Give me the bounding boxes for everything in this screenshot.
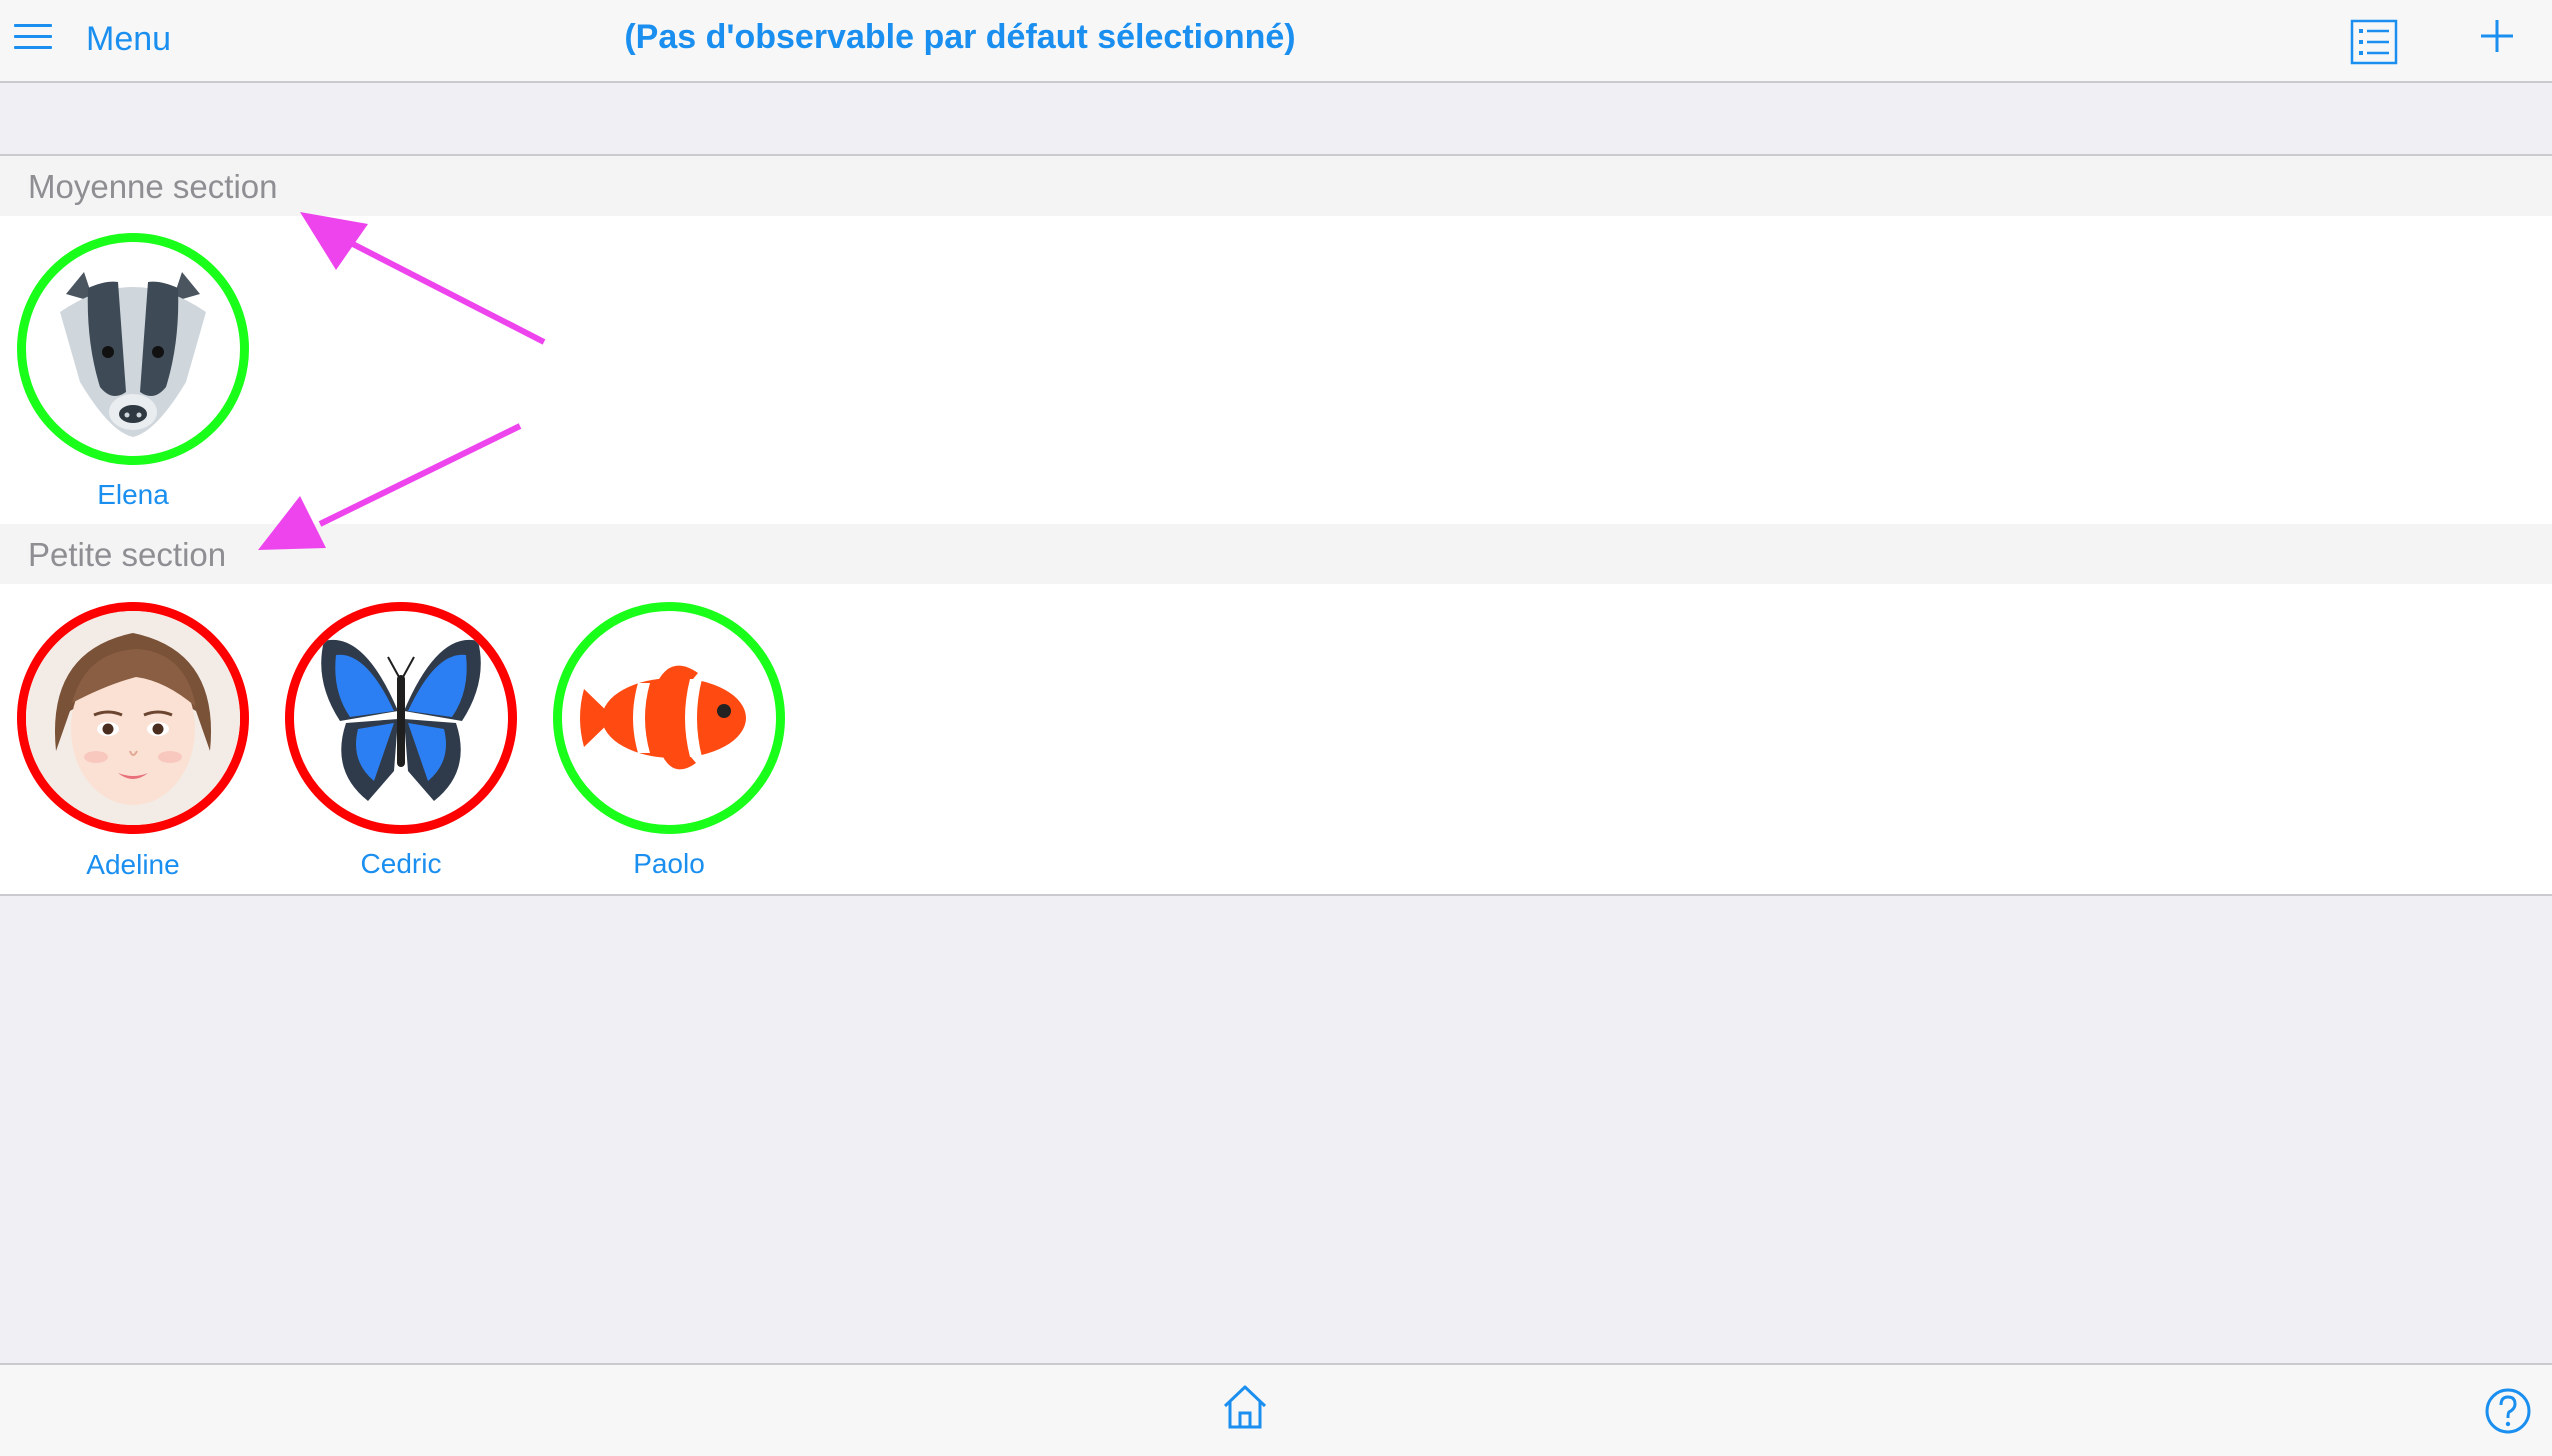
badger-icon (60, 272, 206, 437)
section-label: Petite section (28, 536, 227, 573)
student-name: Cedric (360, 848, 442, 879)
butterfly-icon (321, 639, 481, 801)
section-header-petite: Petite section (0, 524, 2552, 584)
student-adeline[interactable]: Adeline (17, 602, 257, 892)
clownfish-icon (580, 665, 746, 770)
page-title: (Pas d'observable par défaut sélectionné… (624, 18, 1296, 56)
student-elena[interactable]: Elena (17, 233, 257, 523)
app-root: Menu (Pas d'observable par défaut sélect… (0, 0, 2552, 1456)
plus-icon[interactable] (2477, 16, 2517, 56)
avatar-ring (17, 602, 249, 834)
home-icon[interactable] (1220, 1382, 1270, 1432)
avatar-ring (553, 602, 785, 834)
list-icon[interactable] (2350, 18, 2398, 66)
student-paolo[interactable]: Paolo (553, 602, 793, 892)
section-body-moyenne: Elena (0, 216, 2552, 524)
avatar-ring (285, 602, 517, 834)
avatar-ring (17, 233, 249, 465)
student-name: Elena (97, 479, 169, 510)
student-cedric[interactable]: Cedric (285, 602, 525, 892)
section-label: Moyenne section (28, 168, 278, 205)
bottom-bar (0, 1363, 2552, 1456)
help-icon[interactable] (2484, 1387, 2532, 1435)
student-name: Paolo (633, 848, 705, 879)
hamburger-icon[interactable] (14, 22, 52, 52)
girl-face-icon (26, 611, 240, 825)
section-header-moyenne: Moyenne section (0, 154, 2552, 216)
student-name: Adeline (86, 849, 180, 880)
section-body-petite: Adeline Cedric Paolo (0, 584, 2552, 896)
top-bar: Menu (Pas d'observable par défaut sélect… (0, 0, 2552, 83)
menu-button[interactable]: Menu (86, 20, 171, 59)
